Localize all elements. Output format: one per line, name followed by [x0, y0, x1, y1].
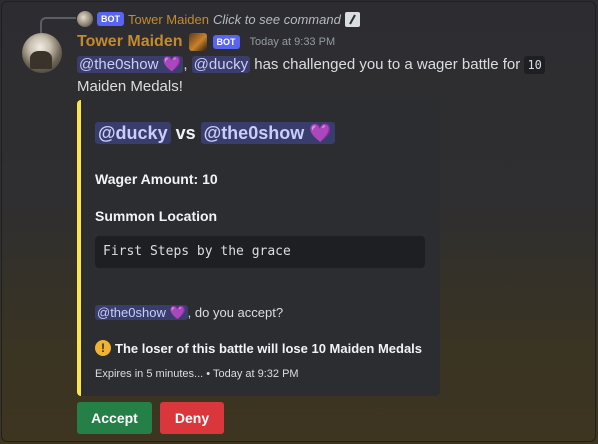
author-avatar[interactable]: [22, 33, 62, 73]
message-content: @the0show 💜, @ducky has challenged you t…: [77, 54, 577, 98]
reply-avatar[interactable]: [77, 11, 93, 27]
author-emoji-badge: [188, 33, 207, 51]
accept-button[interactable]: Accept: [77, 402, 152, 434]
reply-author[interactable]: Tower Maiden: [128, 12, 209, 27]
author-bot-tag: BOT: [212, 35, 240, 49]
embed-mention-the0show[interactable]: @the0show 💜: [200, 122, 335, 144]
embed-mention-ducky[interactable]: @ducky: [95, 122, 171, 144]
embed-vs-text: vs: [175, 123, 196, 143]
mention-ducky[interactable]: @ducky: [191, 56, 251, 73]
separator-text: ,: [183, 56, 188, 73]
summon-location-value: First Steps by the grace: [95, 236, 425, 268]
accept-prompt: @the0show 💜, do you accept?: [95, 305, 283, 321]
wager-amount-code: 10: [524, 56, 545, 74]
message-header: Tower Maiden BOT Today at 9:33 PM: [77, 33, 335, 51]
heart-icon: 💜: [309, 123, 332, 143]
embed-title: @ducky vs @the0show 💜: [95, 122, 335, 144]
embed-mention-text: @the0show: [203, 123, 305, 143]
message-timestamp[interactable]: Today at 9:33 PM: [250, 36, 336, 48]
exclamation-icon: !: [95, 340, 111, 356]
accept-question: , do you accept?: [187, 305, 284, 320]
heart-icon: 💜: [162, 56, 182, 73]
reply-bot-tag: BOT: [97, 12, 124, 26]
heart-icon: 💜: [169, 305, 186, 320]
warning-line: ! The loser of this battle will lose 10 …: [95, 340, 422, 356]
mention-the0show[interactable]: @the0show 💜: [77, 56, 184, 73]
prompt-mention-text: @the0show: [97, 305, 166, 320]
challenge-text-end: Maiden Medals!: [77, 78, 183, 95]
prompt-mention-the0show[interactable]: @the0show 💜: [95, 305, 188, 320]
challenge-embed: @ducky vs @the0show 💜 Wager Amount: 10 S…: [77, 100, 440, 396]
author-name[interactable]: Tower Maiden: [77, 33, 183, 51]
summon-location-label: Summon Location: [95, 208, 218, 224]
mention-text: @the0show: [79, 56, 159, 73]
reply-command-hint[interactable]: Click to see command: [213, 12, 341, 27]
challenge-text: has challenged you to a wager battle for: [254, 56, 521, 73]
reply-reference[interactable]: BOT Tower Maiden Click to see command: [77, 10, 360, 28]
wager-amount-field: Wager Amount: 10: [95, 171, 218, 187]
warning-text: The loser of this battle will lose 10 Ma…: [115, 340, 423, 356]
slash-command-icon: [344, 11, 360, 27]
deny-button[interactable]: Deny: [160, 402, 224, 434]
reply-connector: [40, 17, 76, 33]
embed-footer: Expires in 5 minutes... • Today at 9:32 …: [95, 368, 299, 380]
